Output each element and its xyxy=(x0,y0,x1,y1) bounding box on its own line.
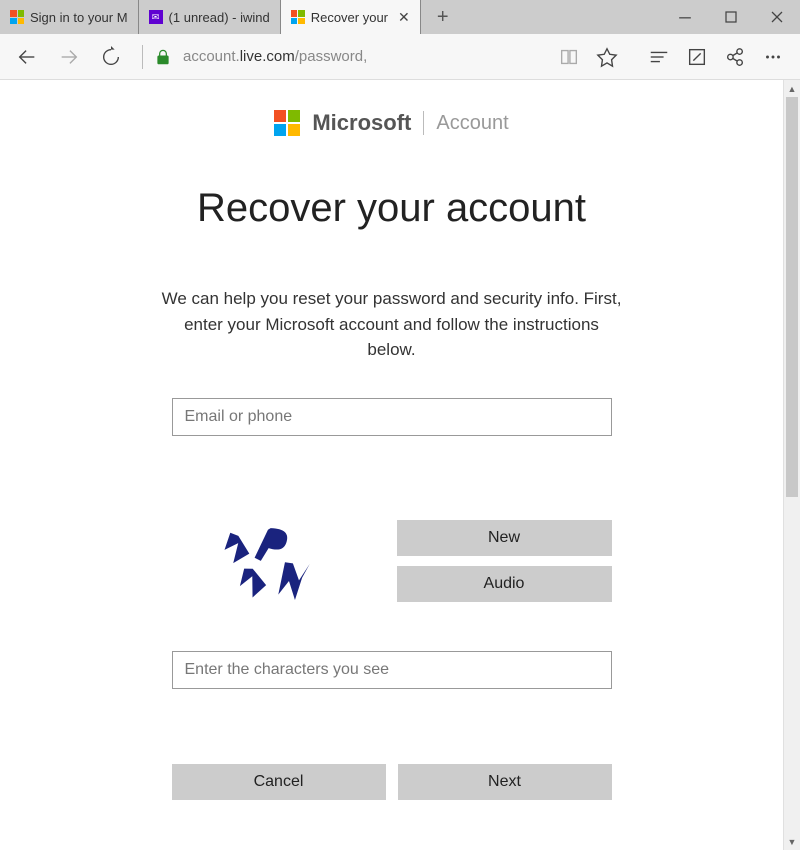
brand-section: Account xyxy=(436,112,508,135)
notes-button[interactable] xyxy=(680,40,714,74)
forward-button[interactable] xyxy=(52,40,86,74)
recovery-form: New Audio Cancel Next xyxy=(172,398,612,800)
cancel-button[interactable]: Cancel xyxy=(172,764,386,800)
tab-mail[interactable]: (1 unread) - iwind xyxy=(139,0,281,34)
minimize-button[interactable] xyxy=(662,0,708,34)
brand-header: Microsoft Account xyxy=(60,110,723,136)
tab-signin[interactable]: Sign in to your M xyxy=(0,0,139,34)
tab-strip: Sign in to your M (1 unread) - iwind Rec… xyxy=(0,0,662,34)
mail-favicon-icon xyxy=(149,10,163,24)
captcha-image xyxy=(172,511,377,611)
more-button[interactable] xyxy=(756,40,790,74)
scroll-thumb[interactable] xyxy=(786,97,798,497)
separator xyxy=(142,45,143,69)
email-input[interactable] xyxy=(172,398,612,436)
window-titlebar: Sign in to your M (1 unread) - iwind Rec… xyxy=(0,0,800,34)
reading-view-button[interactable] xyxy=(552,40,586,74)
captcha-new-button[interactable]: New xyxy=(397,520,612,556)
close-window-button[interactable] xyxy=(754,0,800,34)
hub-button[interactable] xyxy=(642,40,676,74)
vertical-scrollbar[interactable]: ▲ ▼ xyxy=(783,80,800,850)
scroll-up-icon[interactable]: ▲ xyxy=(784,80,800,97)
brand-company: Microsoft xyxy=(312,110,411,136)
window-controls xyxy=(662,0,800,34)
maximize-button[interactable] xyxy=(708,0,754,34)
tab-title: Recover your xyxy=(311,10,388,25)
microsoft-logo-icon xyxy=(291,10,305,24)
tab-title: (1 unread) - iwind xyxy=(169,10,270,25)
favorites-button[interactable] xyxy=(590,40,624,74)
captcha-row: New Audio xyxy=(172,511,612,611)
next-button[interactable]: Next xyxy=(398,764,612,800)
page-title: Recover your account xyxy=(60,186,723,231)
page-viewport: ▲ ▼ Microsoft Account Recover your accou… xyxy=(0,80,800,850)
tab-recover[interactable]: Recover your ✕ xyxy=(281,0,421,34)
address-bar[interactable]: account.live.com/password, xyxy=(136,41,544,73)
captcha-input[interactable] xyxy=(172,651,612,689)
refresh-button[interactable] xyxy=(94,40,128,74)
tab-title: Sign in to your M xyxy=(30,10,128,25)
action-buttons: Cancel Next xyxy=(172,764,612,800)
url-text: account.live.com/password, xyxy=(183,48,367,65)
back-button[interactable] xyxy=(10,40,44,74)
scroll-down-icon[interactable]: ▼ xyxy=(784,833,800,850)
instructions-text: We can help you reset your password and … xyxy=(162,286,622,363)
browser-toolbar: account.live.com/password, xyxy=(0,34,800,80)
captcha-audio-button[interactable]: Audio xyxy=(397,566,612,602)
lock-icon xyxy=(153,47,173,67)
share-button[interactable] xyxy=(718,40,752,74)
brand-divider xyxy=(423,111,424,135)
microsoft-logo-icon xyxy=(274,110,300,136)
new-tab-button[interactable]: + xyxy=(421,0,465,34)
close-tab-icon[interactable]: ✕ xyxy=(398,9,410,26)
microsoft-logo-icon xyxy=(10,10,24,24)
